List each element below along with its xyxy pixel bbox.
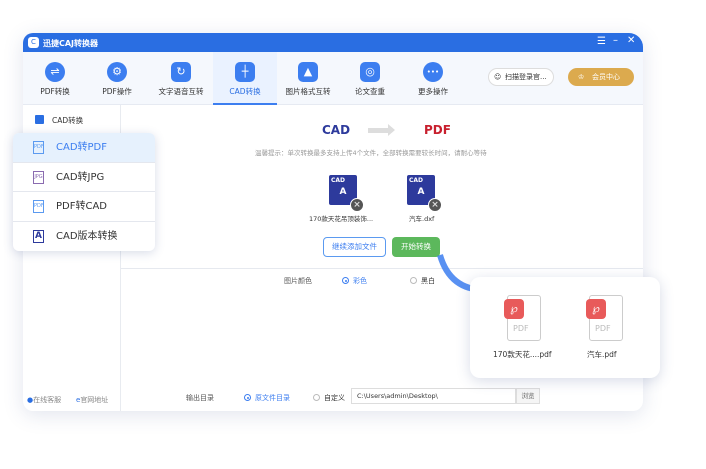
cad-file-icon: CAD A × [329, 175, 364, 212]
tab-cad-convert[interactable]: ┼ CAD转换 [213, 52, 277, 105]
pdf-file-icon: PDF [33, 141, 44, 154]
acrobat-icon: ℘ [504, 299, 524, 319]
login-label: 扫描登录官... [505, 73, 547, 81]
radio-icon [410, 277, 417, 284]
tab-label: PDF转换 [40, 87, 70, 96]
menu-item-cad-to-pdf[interactable]: PDF CAD转PDF [13, 133, 155, 163]
minimize-icon[interactable]: – [613, 35, 618, 46]
result-popover: ℘ PDF 170款天花....pdf ℘ PDF 汽车.pdf [470, 277, 660, 378]
pdf-file-icon: ℘ PDF [586, 295, 623, 341]
menu-item-cad-version[interactable]: A CAD版本转换 [13, 222, 155, 252]
menu-item-cad-to-jpg[interactable]: JPG CAD转JPG [13, 163, 155, 192]
app-title: 迅捷CAJ转换器 [43, 39, 99, 48]
tab-label: 文字语音互转 [158, 87, 204, 96]
cad-file-icon: CAD A × [407, 175, 442, 212]
tab-more[interactable]: ••• 更多操作 [401, 52, 465, 105]
tab-label: 论文查重 [355, 87, 385, 96]
user-icon: ☺ [494, 73, 502, 81]
cad-icon: ┼ [235, 62, 255, 82]
remove-file-icon[interactable]: × [350, 198, 364, 212]
vip-button[interactable]: ♔ 会员中心 [568, 68, 634, 86]
close-icon[interactable]: ✕ [627, 35, 635, 46]
output-label: 输出目录 [186, 394, 214, 402]
website-label: 官网地址 [80, 396, 109, 404]
color-label: 图片颜色 [284, 277, 312, 285]
tab-paper-check[interactable]: ◎ 论文查重 [338, 52, 402, 105]
pdf-file-icon: PDF [33, 200, 44, 213]
menu-label: CAD版本转换 [56, 230, 118, 242]
acrobat-icon: ℘ [586, 299, 606, 319]
online-service-link[interactable]: ●在线客服 [27, 395, 61, 405]
menu-label: CAD转PDF [56, 142, 108, 153]
option-label: 自定义 [324, 394, 345, 402]
search-icon: ◎ [360, 62, 380, 82]
divider [121, 268, 643, 269]
image-icon: ▲ [298, 62, 318, 82]
file-name: 汽车.dxf [409, 215, 435, 223]
output-option-custom[interactable]: 自定义 [313, 393, 345, 403]
tab-label: CAD转换 [229, 87, 261, 96]
option-label: 原文件目录 [255, 394, 290, 402]
menu-label: PDF转CAD [56, 201, 108, 212]
tip-text: 温馨提示：单次转换最多支持上传4个文件，全部转换需要较长时间，请耐心等待 [255, 149, 487, 157]
gear-icon: ⚙ [107, 62, 127, 82]
service-label: 在线客服 [33, 396, 62, 404]
from-format: CAD [322, 123, 351, 137]
grid-icon [35, 115, 44, 124]
radio-icon [342, 277, 349, 284]
sidebar-header: CAD转换 [52, 116, 84, 125]
cad-menu-popover: PDF CAD转PDF JPG CAD转JPG PDF PDF转CAD A CAD版本转… [13, 133, 155, 251]
tab-text-speech[interactable]: ↻ 文字语音互转 [149, 52, 213, 105]
toolbar: ⇌ PDF转换 ⚙ PDF操作 ↻ 文字语音互转 ┼ CAD转换 ▲ 图片格式互转 ◎ 论文… [23, 52, 643, 105]
more-icon: ••• [423, 62, 443, 82]
cad-version-icon: A [33, 229, 44, 243]
title-bar: C 迅捷CAJ转换器 ☰ – ✕ [23, 33, 643, 52]
refresh-icon: ↻ [171, 62, 191, 82]
crown-icon: ♔ [578, 73, 585, 81]
arrow-head [388, 124, 395, 136]
option-label: 彩色 [353, 277, 367, 285]
app-logo-icon: C [28, 37, 39, 48]
arrow-right-icon [368, 128, 390, 133]
remove-file-icon[interactable]: × [428, 198, 442, 212]
add-file-button[interactable]: 继续添加文件 [323, 237, 386, 257]
file-name: 170款天花吊顶装饰... [309, 215, 374, 223]
radio-icon [313, 394, 320, 401]
result-file-name: 汽车.pdf [587, 350, 617, 359]
output-path-input[interactable]: C:\Users\admin\Desktop\ [351, 388, 516, 404]
menu-icon[interactable]: ☰ [597, 36, 606, 47]
output-option-source[interactable]: 原文件目录 [244, 393, 290, 403]
tab-label: 图片格式互转 [285, 87, 331, 96]
radio-icon [244, 394, 251, 401]
tab-pdf-operate[interactable]: ⚙ PDF操作 [85, 52, 149, 105]
jpg-file-icon: JPG [33, 170, 44, 184]
color-option-color[interactable]: 彩色 [342, 276, 367, 286]
pdf-file-icon: ℘ PDF [504, 295, 541, 341]
login-button[interactable]: ☺ 扫描登录官... [488, 68, 554, 86]
tab-label: PDF操作 [102, 87, 132, 96]
to-format: PDF [424, 123, 451, 137]
vip-label: 会员中心 [592, 73, 620, 81]
tab-image-convert[interactable]: ▲ 图片格式互转 [276, 52, 340, 105]
menu-label: CAD转JPG [56, 171, 105, 183]
menu-item-pdf-to-cad[interactable]: PDF PDF转CAD [13, 192, 155, 222]
convert-icon: ⇌ [45, 62, 65, 82]
website-link[interactable]: e官网地址 [76, 395, 108, 405]
tab-label: 更多操作 [418, 87, 448, 96]
browse-button[interactable]: 浏览 [516, 388, 540, 404]
result-file-name: 170款天花....pdf [493, 350, 552, 359]
tab-pdf-convert[interactable]: ⇌ PDF转换 [23, 52, 87, 105]
